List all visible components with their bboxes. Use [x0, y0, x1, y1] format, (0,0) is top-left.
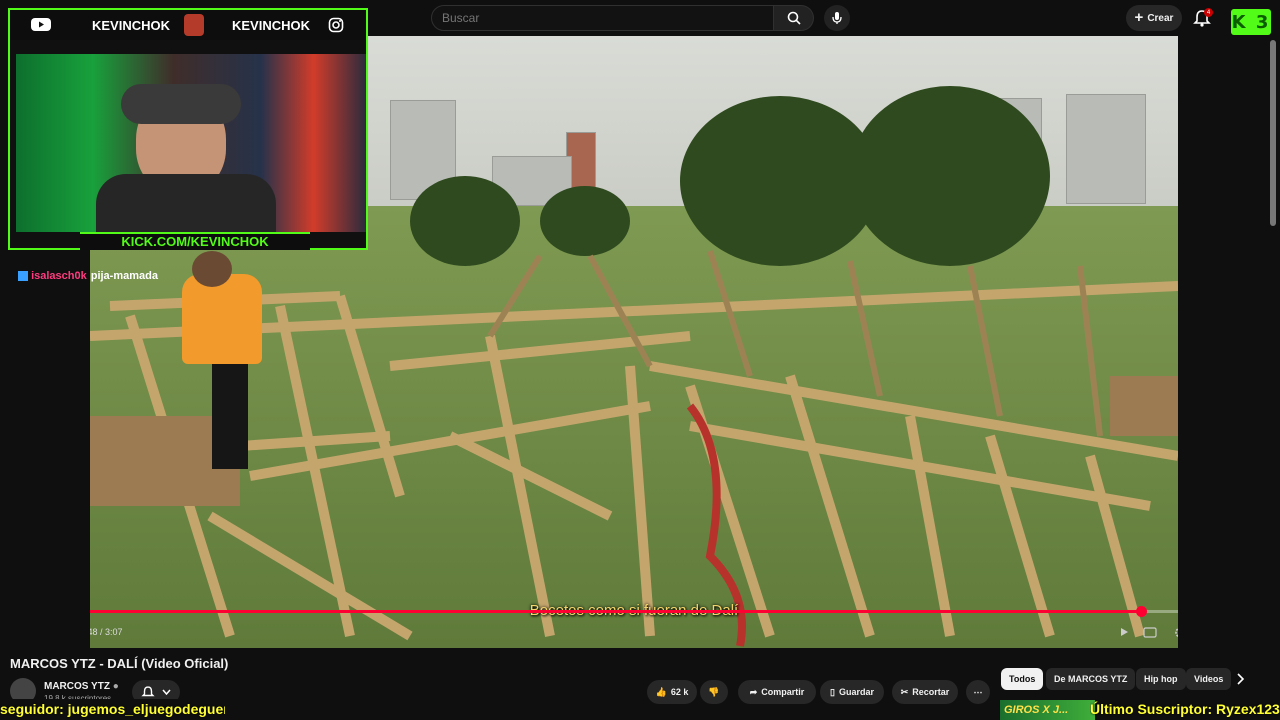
like-button[interactable]: 👍 62 k: [647, 680, 697, 704]
thumbs-down-icon: 👎: [708, 686, 720, 697]
bookmark-icon: ▯: [830, 686, 835, 697]
person-legs: [212, 361, 248, 469]
captions-icon: [1143, 626, 1157, 638]
search-input[interactable]: [431, 5, 774, 31]
save-label: Guardar: [838, 687, 874, 697]
bell-icon: [141, 686, 155, 697]
mic-icon: [832, 12, 842, 24]
streamer-shirt: [96, 174, 276, 232]
webcam-channel-left: KEVINCHOK: [92, 18, 171, 33]
chip-hip-hop[interactable]: Hip hop: [1136, 668, 1186, 690]
clip-label: Recortar: [912, 687, 950, 697]
streamer-avatar-icon: [184, 14, 204, 36]
video-title: MARCOS YTZ - DALÍ (Video Oficial): [10, 656, 229, 671]
channel-name[interactable]: MARCOS YTZ ●: [44, 681, 119, 692]
chip-all[interactable]: Todos: [1001, 668, 1044, 690]
webcam-overlay: KEVINCHOK KEVINCHOK KICK.COM/KEVINCHOK: [8, 8, 368, 250]
youtube-icon: [31, 18, 51, 31]
time-display: 2:48 / 3:07: [90, 627, 123, 637]
chat-message: isalasch0k pija-mamada: [18, 270, 158, 282]
settings-button[interactable]: [1170, 622, 1178, 642]
person-head: [192, 251, 232, 287]
page: + Crear 4 K 3: [0, 0, 1280, 720]
progress-scrubber[interactable]: [1136, 606, 1147, 617]
kick-logo: K 3: [1231, 9, 1271, 35]
plus-icon: +: [1134, 9, 1144, 26]
search-button[interactable]: [774, 5, 814, 31]
chip-videos[interactable]: Videos: [1186, 668, 1232, 690]
webcam-video: [16, 54, 366, 232]
last-subscriber-ticker: Último Suscriptor: Ryzex1234: [1090, 701, 1280, 717]
share-label: Compartir: [761, 687, 805, 697]
subtitles-button[interactable]: [1140, 622, 1160, 642]
progress-bar[interactable]: [90, 606, 1178, 617]
search-icon: [787, 11, 801, 25]
person-shirt: [182, 274, 262, 364]
save-button[interactable]: ▯ Guardar: [820, 680, 884, 704]
follower-ticker: seguidor: jugemos_eljuegodeguerr: [0, 699, 225, 720]
verified-icon: ●: [112, 681, 119, 692]
channel-name-text: MARCOS YTZ: [44, 681, 110, 692]
create-button[interactable]: + Crear: [1126, 5, 1182, 31]
more-icon: ⋯: [973, 686, 983, 697]
share-button[interactable]: ➦ Compartir: [738, 680, 816, 704]
dislike-button[interactable]: 👎: [700, 680, 728, 704]
notifications-badge: 4: [1204, 8, 1213, 17]
share-icon: ➦: [749, 686, 758, 697]
chat-text: pija-mamada: [90, 270, 158, 282]
scrollbar-thumb[interactable]: [1270, 40, 1276, 226]
instagram-icon: [328, 17, 344, 33]
webcam-channel-right: KEVINCHOK: [232, 18, 311, 33]
chat-badge-icon: [18, 271, 28, 282]
autoplay-toggle[interactable]: [1114, 622, 1134, 642]
chevron-down-icon: [162, 689, 171, 695]
scissors-icon: ✂: [900, 686, 909, 697]
create-label: Crear: [1147, 12, 1174, 24]
headphones: [121, 84, 241, 124]
play-circle-icon: [1121, 628, 1128, 636]
chip-from-channel[interactable]: De MARCOS YTZ: [1046, 668, 1136, 690]
webcam-header: KEVINCHOK KEVINCHOK: [10, 10, 366, 40]
chat-username: isalasch0k: [31, 270, 87, 282]
gear-icon: [1174, 627, 1178, 637]
sub-badge-graphic: GIROS X J...: [1000, 700, 1095, 720]
progress-fill: [90, 610, 1141, 613]
chevron-right-icon[interactable]: [1236, 673, 1246, 685]
player-controls: 2:48 / 3:07: [90, 618, 1178, 648]
more-actions-button[interactable]: ⋯: [966, 680, 990, 704]
like-count: 62 k: [670, 687, 689, 697]
voice-search-button[interactable]: [824, 5, 850, 31]
thumbs-up-icon: 👍: [655, 686, 667, 697]
clip-button[interactable]: ✂ Recortar: [892, 680, 958, 704]
kick-url: KICK.COM/KEVINCHOK: [80, 232, 310, 250]
